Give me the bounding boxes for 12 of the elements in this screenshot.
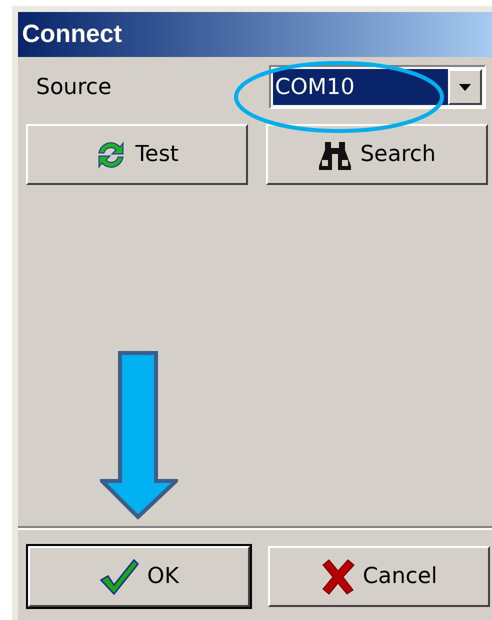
dropdown-button[interactable] (448, 69, 482, 105)
caret-icon (459, 84, 471, 90)
checkmark-icon (99, 558, 140, 596)
ok-button[interactable]: OK (28, 546, 250, 607)
test-button[interactable]: Test (26, 124, 248, 185)
cancel-button[interactable]: Cancel (268, 546, 490, 607)
cross-icon (320, 558, 355, 594)
search-button[interactable]: Search (266, 124, 488, 185)
binoculars-icon (318, 140, 352, 170)
window-title: Connect (22, 18, 122, 50)
source-dropdown[interactable]: COM10 (269, 65, 486, 109)
source-label: Source (36, 74, 112, 102)
